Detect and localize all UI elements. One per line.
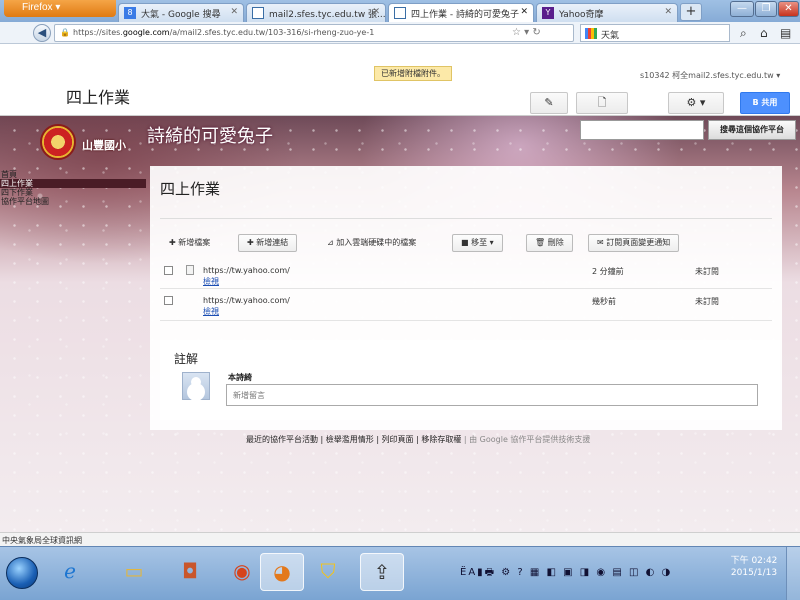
comments-title: 註解 xyxy=(174,352,199,366)
site-search-button[interactable]: 搜尋這個協作平台 xyxy=(708,120,796,140)
tab-sites-page[interactable]: 四上作業 - 詩綺的可愛兔子 ✕ xyxy=(388,3,534,22)
back-arrow-icon: ◀ xyxy=(37,26,47,39)
share-button[interactable]: B 共用 xyxy=(740,92,790,114)
sites-icon xyxy=(394,7,406,19)
close-window-button[interactable]: ✕ xyxy=(778,1,799,17)
divider xyxy=(160,218,772,219)
powered-by[interactable]: 由 Google 協作平台提供技術支援 xyxy=(469,435,590,444)
search-bar[interactable]: 天氣 xyxy=(580,24,730,42)
sites-header: 已新增附檔附件。 s10342 柯全mail2.sfes.tyc.edu.tw … xyxy=(0,44,800,116)
browser-nav-bar: ◀ 🔒 https://sites.google.com/a/mail2.sfe… xyxy=(0,22,800,44)
sidebar-item-home[interactable]: 首頁 xyxy=(0,170,146,179)
row-divider xyxy=(160,288,772,289)
lock-icon: 🔒 xyxy=(60,28,70,37)
security-shield-icon[interactable]: ⛉ xyxy=(306,553,350,591)
add-from-drive-button[interactable]: ⊿ 加入雲端硬碟中的檔案 xyxy=(318,234,425,252)
search-engine-icon xyxy=(585,28,597,39)
school-name: 山豐國小 xyxy=(82,139,126,152)
menu-icon[interactable]: ▤ xyxy=(780,26,791,40)
row-divider xyxy=(160,320,772,321)
sidebar-item-fall-homework[interactable]: 四上作業 xyxy=(0,179,146,188)
folder-icon[interactable]: ▭ xyxy=(112,553,156,591)
media-player-icon[interactable]: ◘ xyxy=(168,553,212,591)
avatar xyxy=(182,372,210,400)
yahoo-icon: Y xyxy=(542,7,554,19)
tab-mail[interactable]: mail2.sfes.tyc.edu.tw 張... ✕ xyxy=(246,3,386,22)
upload-icon[interactable]: ⇪ xyxy=(360,553,404,591)
footer-links[interactable]: 最近的協作平台活動 | 檢舉濫用情形 | 列印頁面 | 移除存取權 xyxy=(246,435,461,444)
mail-icon xyxy=(252,7,264,19)
back-button[interactable]: ◀ xyxy=(33,24,51,42)
site-banner-name[interactable]: 詩綺的可愛兔子 xyxy=(147,122,273,148)
comment-input[interactable] xyxy=(226,384,758,406)
commenter-name: 本詩綺 xyxy=(228,373,252,382)
tab-google-search[interactable]: 8 大氣 - Google 搜尋 ✕ xyxy=(118,3,244,22)
add-link-button[interactable]: ✚ 新增連結 xyxy=(238,234,298,252)
file-version: 未訂閱 xyxy=(695,297,719,306)
file-icon xyxy=(186,265,194,275)
file-version: 未訂閱 xyxy=(695,267,719,276)
edit-page-button[interactable]: ✎ xyxy=(530,92,568,114)
gear-icon: ⚙ ▾ xyxy=(686,96,706,109)
account-info[interactable]: s10342 柯全mail2.sfes.tyc.edu.tw ▾ xyxy=(640,70,780,81)
google-icon: 8 xyxy=(124,7,136,19)
start-button[interactable] xyxy=(6,557,38,589)
search-icon[interactable]: ⌕ xyxy=(740,26,747,41)
close-icon[interactable]: ✕ xyxy=(664,7,672,17)
system-tray[interactable]: ЁA▮🖶 ⚙ ? ▦ ◧ ▣ ◨ ◉ ▤ ◫ ◐ ◑ xyxy=(460,565,672,582)
sidebar-item-spring-homework[interactable]: 四下作業 xyxy=(0,188,146,197)
delete-button[interactable]: 🗑 刪除 xyxy=(526,234,573,252)
bookmark-star-icon[interactable]: ☆ ▾ ↻ xyxy=(512,27,541,38)
page-title: 四上作業 xyxy=(160,180,221,198)
site-title: 四上作業 xyxy=(66,88,131,107)
browser-tab-bar: Firefox ▾ 8 大氣 - Google 搜尋 ✕ mail2.sfes.… xyxy=(0,0,800,22)
table-row: https://tw.yahoo.com/ 檢視 2 分鐘前 未訂閱 xyxy=(160,264,772,294)
browser-status-bar: 中央氣象局全球資訊網 xyxy=(0,532,800,546)
new-page-button[interactable]: 🗋 xyxy=(576,92,628,114)
pencil-icon: ✎ xyxy=(544,96,554,109)
firefox-icon[interactable]: ◕ xyxy=(260,553,304,591)
row-checkbox[interactable] xyxy=(164,266,173,275)
page-icon: 🗋 xyxy=(597,96,607,109)
file-view-link[interactable]: 檢視 xyxy=(203,306,219,317)
notice-banner: 已新增附檔附件。 xyxy=(374,66,452,81)
close-icon[interactable]: ✕ xyxy=(230,7,238,17)
more-actions-button[interactable]: ⚙ ▾ xyxy=(668,92,724,114)
close-icon[interactable]: ✕ xyxy=(372,7,380,17)
file-time: 2 分鐘前 xyxy=(592,267,624,276)
site-footer: 最近的協作平台活動 | 檢舉濫用情形 | 列印頁面 | 移除存取權 | 由 Go… xyxy=(246,435,591,444)
move-to-button[interactable]: ■ 移至 ▾ xyxy=(452,234,503,252)
windows-taskbar: ℯ ▭ ◘ ◉ ◕ ⛉ ⇪ ЁA▮🖶 ⚙ ? ▦ ◧ ▣ ◨ ◉ ▤ ◫ ◐ ◑… xyxy=(0,546,800,600)
clock[interactable]: 下午 02:42 2015/1/13 xyxy=(726,555,782,579)
sidebar-nav: 首頁 四上作業 四下作業 協作平台地圖 xyxy=(0,170,146,206)
file-time: 幾秒前 xyxy=(592,297,616,306)
chrome-icon[interactable]: ◉ xyxy=(220,553,264,591)
row-checkbox[interactable] xyxy=(164,296,173,305)
restore-button[interactable]: ❐ xyxy=(755,1,777,17)
firefox-menu-button[interactable]: Firefox ▾ xyxy=(4,0,116,17)
site-search-input[interactable] xyxy=(580,120,704,140)
tab-yahoo[interactable]: Y Yahoo奇摩 ✕ xyxy=(536,3,678,22)
home-icon[interactable]: ⌂ xyxy=(760,26,768,40)
close-icon[interactable]: ✕ xyxy=(520,7,528,17)
file-url[interactable]: https://tw.yahoo.com/ xyxy=(203,266,290,275)
add-file-button[interactable]: ✚ 新增檔案 xyxy=(160,234,219,252)
new-tab-button[interactable]: + xyxy=(680,3,702,21)
show-desktop-button[interactable] xyxy=(786,547,800,600)
sidebar-item-sitemap[interactable]: 協作平台地圖 xyxy=(0,197,146,206)
subscribe-button[interactable]: ✉ 訂閱頁面變更通知 xyxy=(588,234,680,252)
file-view-link[interactable]: 檢視 xyxy=(203,276,219,287)
file-url[interactable]: https://tw.yahoo.com/ xyxy=(203,296,290,305)
comments-section: 註解 本詩綺 xyxy=(160,340,780,420)
school-logo-icon xyxy=(40,124,76,160)
url-bar[interactable]: 🔒 https://sites.google.com/a/mail2.sfes.… xyxy=(54,24,574,42)
minimize-button[interactable]: — xyxy=(730,1,754,17)
ie-icon[interactable]: ℯ xyxy=(48,553,92,591)
